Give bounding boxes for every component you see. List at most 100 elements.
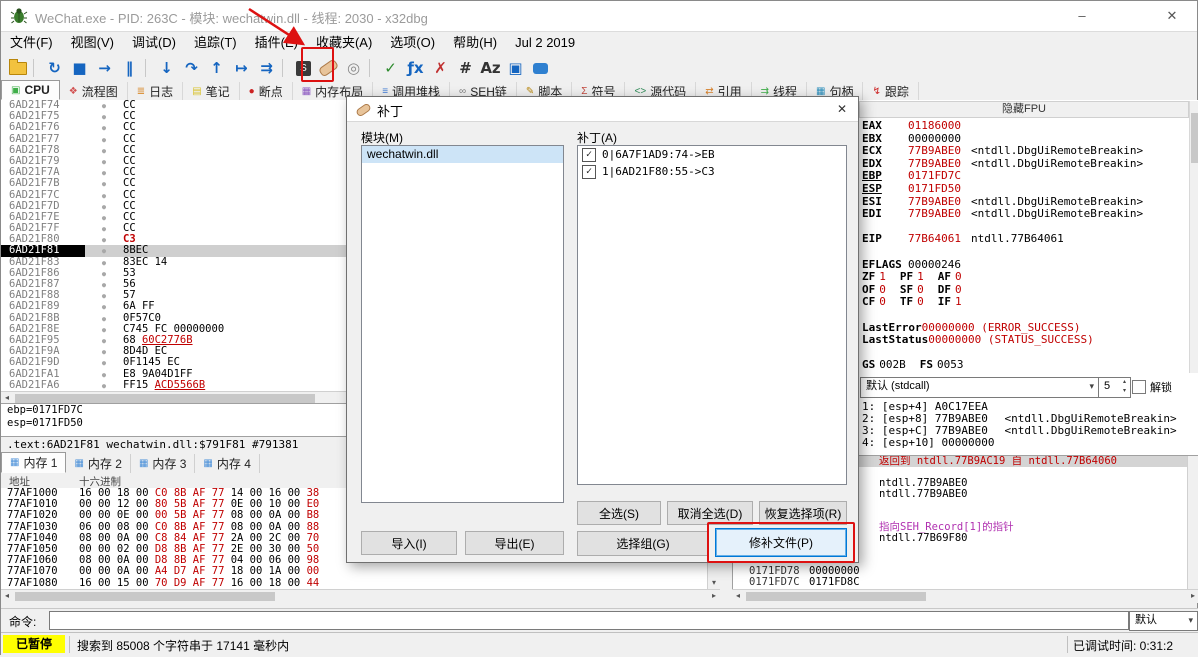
dump-tab-3[interactable]: ▦ 内存 3 <box>131 454 196 473</box>
stack-row[interactable]: 0171FD78 00000000 <box>733 566 1198 577</box>
flag-name: GS <box>862 358 876 372</box>
pause-icon[interactable]: ‖ <box>117 56 142 80</box>
stop-icon[interactable]: ■ <box>67 56 92 80</box>
stack-vscrollbar[interactable] <box>1187 456 1198 589</box>
flag-value: 0 <box>879 295 886 309</box>
restore-selected-button[interactable]: 恢复选择项(R) <box>759 501 847 525</box>
run-icon[interactable]: → <box>92 56 117 80</box>
menu-trace[interactable]: 追踪(T) <box>185 31 246 55</box>
step-into-icon[interactable]: ↓ <box>154 56 179 80</box>
stack-comment: 返回到 ntdll.77B9AC19 自 ntdll.77B64060 <box>879 455 1117 467</box>
scroll-right-icon[interactable]: ▸ <box>1187 590 1198 602</box>
patch-file-button[interactable]: 修补文件(P) <box>715 528 847 557</box>
patch-checkbox[interactable]: ✓ <box>582 147 596 162</box>
register-value: 00000000 <box>908 131 961 145</box>
tab-seh-icon: ∞ <box>459 85 467 97</box>
functions-icon[interactable]: ƒx <box>403 56 428 80</box>
patch-list-item[interactable]: ✓ 0|6A7F1AD9:74->EB <box>578 146 846 163</box>
export-button[interactable]: 导出(E) <box>465 531 564 555</box>
tab-script-icon: ✎ <box>525 85 535 97</box>
hash-icon[interactable]: # <box>453 56 478 80</box>
registers-vscrollbar[interactable] <box>1189 101 1198 373</box>
scroll-left-icon[interactable]: ◂ <box>1 590 13 602</box>
menu-plugins[interactable]: 插件(E) <box>246 31 307 55</box>
patch-text: 0|6A7F1AD9:74->EB <box>602 148 715 161</box>
scroll-down-icon[interactable]: ▾ <box>708 577 720 589</box>
patch-checkbox[interactable]: ✓ <box>582 164 596 179</box>
tab-graph[interactable]: ❖ 流程图 <box>60 82 128 100</box>
menu-file[interactable]: 文件(F) <box>1 31 62 55</box>
hide-fpu-button[interactable]: 隐藏FPU <box>859 101 1189 118</box>
stack-hscrollbar[interactable]: ◂ ▸ <box>732 589 1198 603</box>
tab-threads-icon: ⇉ <box>760 85 769 97</box>
tab-trace[interactable]: ↯ 跟踪 <box>863 82 919 100</box>
close-x-icon[interactable]: ✗ <box>428 56 453 80</box>
patch-dialog: 补丁 ✕ 模块(M) 补丁(A) wechatwin.dll ✓ 0|6A7F1A… <box>346 96 859 563</box>
animate-icon[interactable]: ⇉ <box>254 56 279 80</box>
tab-breakpoints[interactable]: ● 断点 <box>240 82 293 100</box>
command-input[interactable] <box>49 611 1129 630</box>
dump-hscrollbar[interactable]: ◂ ▸ <box>1 589 720 603</box>
patch-list-item[interactable]: ✓ 1|6AD21F80:55->C3 <box>578 163 846 180</box>
memory-grid-icon: ▦ <box>203 458 213 469</box>
menu-favourites[interactable]: 收藏夹(A) <box>307 31 381 55</box>
flag-value: 1 <box>917 270 924 284</box>
spinner-arrows-icon[interactable]: ▴ ▾ <box>1120 378 1129 396</box>
register-row[interactable]: EIP 77B64061 ntdll.77B64061 <box>862 233 1186 246</box>
strings-icon[interactable]: Az <box>478 56 503 80</box>
register-row[interactable]: ZF 1 PF 1 AF 0 <box>862 270 1186 284</box>
step-over-icon[interactable]: ↷ <box>179 56 204 80</box>
register-row[interactable]: LastStatus00000000 (STATUS_SUCCESS) <box>862 333 1186 347</box>
disasm-bytes: 68 60C2776B <box>123 333 193 346</box>
menu-build-date[interactable]: Jul 2 2019 <box>506 31 584 55</box>
import-button[interactable]: 导入(I) <box>361 531 457 555</box>
menu-help[interactable]: 帮助(H) <box>444 31 506 55</box>
menu-options[interactable]: 选项(O) <box>381 31 444 55</box>
deselect-all-button[interactable]: 取消全选(D) <box>667 501 753 525</box>
trace-record-icon[interactable]: ◎ <box>341 56 366 80</box>
tab-log[interactable]: ≣ 日志 <box>128 82 184 100</box>
tab-memory-map-icon: ▦ <box>301 85 312 97</box>
register-value: 00000000 (STATUS_SUCCESS) <box>928 333 1094 347</box>
scylla-icon[interactable]: S <box>291 56 316 80</box>
argument-depth-spinner[interactable]: 5 ▴ ▾ <box>1098 377 1131 398</box>
patch-icon[interactable] <box>316 56 341 80</box>
register-row[interactable]: GS 002B FS 0053 <box>862 358 1186 372</box>
argument-row[interactable]: 4: [esp+10] 00000000 <box>862 437 1196 449</box>
chat-icon[interactable] <box>528 56 553 80</box>
dump-tab-4[interactable]: ▦ 内存 4 <box>195 454 260 473</box>
patch-list[interactable]: ✓ 0|6A7F1AD9:74->EB ✓ 1|6AD21F80:55->C3 <box>577 145 847 485</box>
stack-row[interactable]: 0171FD7C 0171FD8C <box>733 577 1198 588</box>
tab-source-icon: <> <box>634 85 647 97</box>
scroll-right-icon[interactable]: ▸ <box>708 590 720 602</box>
memory-icon[interactable]: ▣ <box>503 56 528 80</box>
dump-tab-2[interactable]: ▦ 内存 2 <box>66 454 131 473</box>
calling-convention-select[interactable]: 默认 (stdcall) ▾ <box>860 377 1099 398</box>
unlock-checkbox[interactable] <box>1132 380 1146 394</box>
tab-cpu[interactable]: ▣ CPU <box>1 80 60 100</box>
register-row[interactable]: CF 0 TF 0 IF 1 <box>862 296 1186 309</box>
flag-value: 0 <box>955 270 962 284</box>
minimize-button[interactable]: – <box>1059 1 1105 31</box>
restart-icon[interactable]: ↻ <box>42 56 67 80</box>
dump-tab-1[interactable]: ▦ 内存 1 <box>1 452 67 473</box>
module-list[interactable]: wechatwin.dll <box>361 145 564 503</box>
register-row[interactable]: EDI 77B9ABE0 <ntdll.DbgUiRemoteBreakin> <box>862 207 1186 221</box>
select-group-button[interactable]: 选择组(G) <box>577 531 709 556</box>
scroll-left-icon[interactable]: ◂ <box>732 590 744 602</box>
module-list-item[interactable]: wechatwin.dll <box>362 146 563 163</box>
graph-check-icon[interactable]: ✓ <box>378 56 403 80</box>
close-button[interactable]: ✕ <box>1149 1 1195 31</box>
step-out-icon[interactable]: ↑ <box>204 56 229 80</box>
dump-row[interactable]: 77AF1080 16 00 15 00 70 D9 AF 77 16 00 18… <box>1 577 707 589</box>
select-all-button[interactable]: 全选(S) <box>577 501 661 525</box>
dump-bytes: 00 00 0E 00 00 5B AF 77 08 00 0A 00 B8 <box>79 509 320 522</box>
open-file-icon[interactable] <box>5 56 30 80</box>
dialog-close-button[interactable]: ✕ <box>826 97 858 121</box>
run-to-user-code-icon[interactable]: ↦ <box>229 56 254 80</box>
menu-view[interactable]: 视图(V) <box>62 31 123 55</box>
menu-debug[interactable]: 调试(D) <box>123 31 185 55</box>
command-mode-select[interactable]: 默认 ▾ <box>1129 611 1198 631</box>
dump-header-hex: 十六进制 <box>79 476 121 488</box>
tab-notes[interactable]: ▤ 笔记 <box>183 82 240 100</box>
